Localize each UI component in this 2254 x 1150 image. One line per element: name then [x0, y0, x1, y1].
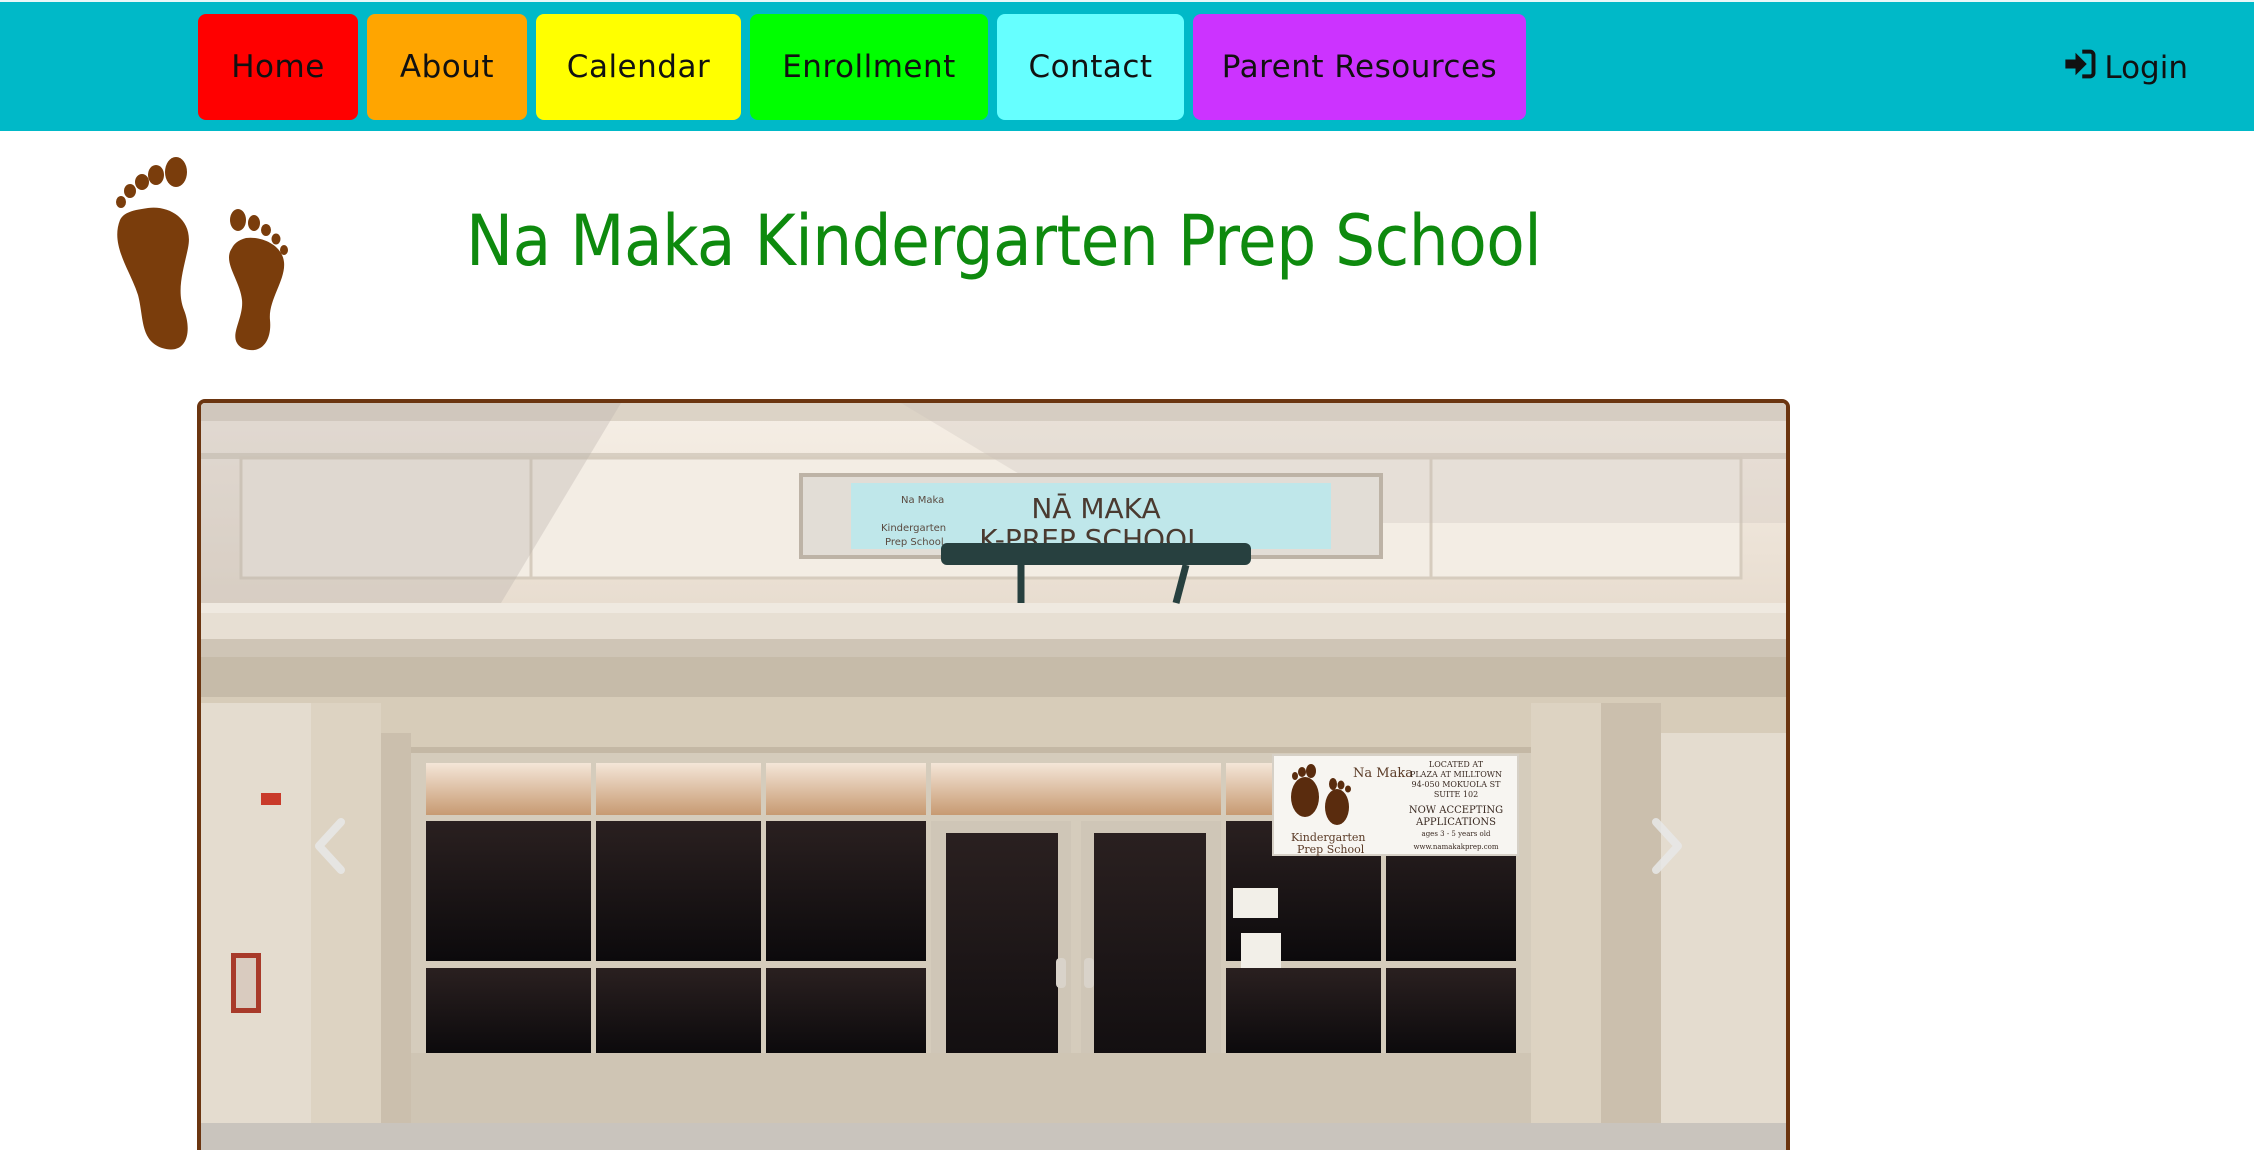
nav-parent-resources[interactable]: Parent Resources	[1193, 14, 1526, 120]
banner-apps: APPLICATIONS	[1415, 817, 1496, 828]
nav-about[interactable]: About	[367, 14, 527, 120]
banner-web: www.namakakprep.com	[1414, 843, 1499, 851]
nav-home[interactable]: Home	[198, 14, 358, 120]
chevron-left-icon	[311, 816, 351, 880]
image-carousel: NĀ MAKA K-PREP SCHOOL Na Maka Kindergart…	[197, 399, 1790, 1150]
main-nav: Home About Calendar Enrollment Contact P…	[198, 14, 1526, 120]
nav-calendar[interactable]: Calendar	[536, 14, 741, 120]
carousel-prev[interactable]	[301, 808, 361, 888]
nav-contact[interactable]: Contact	[997, 14, 1184, 120]
login-label: Login	[2104, 50, 2188, 86]
sign-small-line2: Kindergarten	[881, 523, 946, 534]
login-link[interactable]: Login	[2062, 40, 2188, 96]
chevron-right-icon	[1646, 816, 1686, 880]
banner-address: 94-050 MOKUOLA ST	[1412, 780, 1502, 789]
sign-line1: NĀ MAKA	[1031, 492, 1160, 525]
sign-small-line1: Na Maka	[901, 495, 944, 506]
banner-name3: Prep School	[1297, 843, 1365, 856]
nav-enrollment[interactable]: Enrollment	[750, 14, 988, 120]
banner-located: LOCATED AT	[1429, 760, 1484, 769]
banner-now: NOW ACCEPTING	[1409, 805, 1503, 816]
banner-plaza: PLAZA AT MILLTOWN	[1410, 770, 1502, 779]
carousel-next[interactable]	[1636, 808, 1696, 888]
site-title: Na Maka Kindergarten Prep School	[466, 200, 1542, 282]
sign-in-icon	[2062, 46, 2098, 90]
storefront-photo: NĀ MAKA K-PREP SCHOOL Na Maka Kindergart…	[201, 403, 1786, 1150]
top-navbar: Home About Calendar Enrollment Contact P…	[0, 0, 2254, 131]
banner-suite: SUITE 102	[1434, 790, 1478, 799]
footprints-icon[interactable]	[100, 150, 300, 355]
banner-ages: ages 3 - 5 years old	[1422, 830, 1491, 838]
banner-name1: Na Maka	[1353, 766, 1413, 781]
sign-small-line3: Prep School	[885, 537, 944, 548]
